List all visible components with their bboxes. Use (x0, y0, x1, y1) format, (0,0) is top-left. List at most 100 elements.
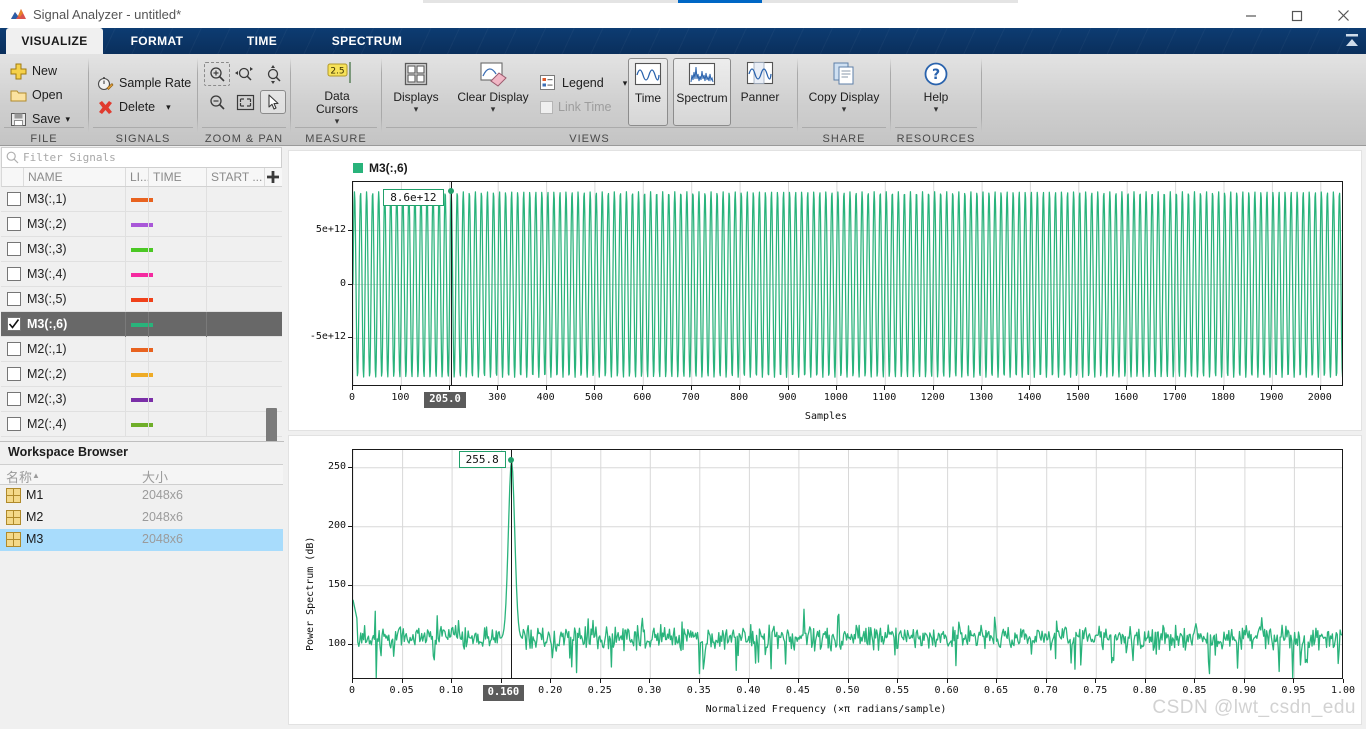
time-xtick (1271, 386, 1273, 390)
delete-button[interactable]: Delete ▾ (97, 96, 171, 118)
signal-checkbox[interactable] (7, 242, 21, 256)
signal-color-swatch[interactable] (131, 398, 153, 402)
minimize-button[interactable] (1228, 3, 1274, 28)
tab-spectrum[interactable]: SPECTRUM (316, 28, 418, 54)
tab-format[interactable]: FORMAT (106, 28, 208, 54)
pan-pointer-icon[interactable] (260, 90, 286, 114)
signal-checkbox[interactable] (7, 317, 21, 331)
add-column-plus-icon[interactable] (266, 170, 280, 184)
delete-caret-icon[interactable]: ▾ (166, 102, 171, 113)
workspace-col-size[interactable]: 大小 (142, 467, 168, 486)
spectrum-xticklabel: 1.00 (1330, 685, 1356, 696)
signal-row[interactable]: M2(:,3) (1, 387, 282, 412)
signal-row[interactable]: M2(:,4) (1, 412, 282, 437)
workspace-row[interactable]: M2 2048x6 (0, 507, 283, 529)
clear-display-caret-icon[interactable]: ▾ (491, 105, 496, 114)
help-button[interactable]: ? Help ▾ (902, 58, 970, 126)
time-xtick (1174, 386, 1176, 390)
data-cursors-caret-icon[interactable]: ▾ (335, 117, 340, 126)
displays-button[interactable]: Displays ▾ (382, 58, 450, 126)
legend-button[interactable]: Legend ▾ (540, 72, 627, 94)
signal-row[interactable]: M2(:,1) (1, 337, 282, 362)
time-plot-axes[interactable] (352, 181, 1343, 386)
zoom-out-icon[interactable] (204, 90, 230, 114)
save-caret-icon[interactable]: ▾ (66, 114, 71, 125)
data-cursors-button[interactable]: 2.5 Data Cursors ▾ (302, 58, 372, 126)
signal-color-swatch[interactable] (131, 273, 153, 277)
tab-time[interactable]: TIME (211, 28, 313, 54)
spectrum-plot-display[interactable]: 00.050.100.150.200.250.300.350.400.450.5… (288, 435, 1362, 725)
link-time-checkbox-row[interactable]: Link Time (540, 96, 612, 118)
spectrum-cursor-line[interactable] (510, 449, 512, 679)
signal-color-swatch[interactable] (131, 223, 153, 227)
time-xticklabel: 2000 (1307, 392, 1332, 403)
ribbon-group-signals: Sample Rate Delete ▾ SIGNALS (89, 54, 197, 146)
copy-display-button[interactable]: Copy Display ▾ (803, 58, 885, 126)
workspace-row[interactable]: M1 2048x6 (0, 485, 283, 507)
spectrum-plot-axes[interactable] (352, 449, 1343, 679)
zoom-in-region-icon[interactable] (204, 62, 230, 86)
signal-row[interactable]: M3(:,5) (1, 287, 282, 312)
help-caret-icon[interactable]: ▾ (934, 105, 939, 114)
displays-caret-icon[interactable]: ▾ (414, 105, 419, 114)
signal-color-swatch[interactable] (131, 348, 153, 352)
open-button[interactable]: Open (10, 84, 63, 106)
zoom-x-icon[interactable] (232, 62, 258, 86)
clear-display-button[interactable]: Clear Display ▾ (450, 58, 536, 126)
copy-display-caret-icon[interactable]: ▾ (842, 105, 847, 114)
signal-row[interactable]: M3(:,1) (1, 187, 282, 212)
signal-checkbox[interactable] (7, 367, 21, 381)
signal-color-swatch[interactable] (131, 198, 153, 202)
tab-visualize[interactable]: VISUALIZE (6, 28, 103, 54)
signal-color-swatch[interactable] (131, 323, 153, 327)
link-time-checkbox[interactable] (540, 100, 553, 114)
time-cursor-line[interactable] (451, 181, 453, 386)
signal-row[interactable]: M3(:,6) (1, 312, 282, 337)
spectrum-cursor-x-chip[interactable]: 0.160 (482, 685, 525, 701)
workspace-col-name[interactable]: 名称 (6, 467, 32, 486)
sample-rate-button[interactable]: Sample Rate (97, 72, 191, 94)
spectrum-cursor-value-box[interactable]: 255.8 (458, 450, 506, 468)
time-plot-legend[interactable]: M3(:,6) (353, 161, 408, 175)
filter-signals-input[interactable]: Filter Signals (23, 151, 116, 164)
signal-cell-divider (148, 362, 149, 387)
time-plot-display[interactable]: M3(:,6) 01002003004005006007008009001000… (288, 150, 1362, 431)
signal-color-swatch[interactable] (131, 298, 153, 302)
signal-row[interactable]: M2(:,2) (1, 362, 282, 387)
signal-color-swatch[interactable] (131, 423, 153, 427)
legend-caret-icon[interactable]: ▾ (623, 78, 628, 89)
sort-ascending-icon[interactable]: ▲ (32, 471, 40, 480)
signal-checkbox[interactable] (7, 217, 21, 231)
signal-col-start[interactable]: START ... (207, 168, 265, 186)
signal-color-swatch[interactable] (131, 248, 153, 252)
signal-cell-divider (206, 187, 207, 212)
spectrum-view-button[interactable]: Spectrum (673, 58, 731, 126)
signal-row[interactable]: M3(:,4) (1, 262, 282, 287)
signal-row[interactable]: M3(:,2) (1, 212, 282, 237)
fit-to-view-icon[interactable] (232, 90, 258, 114)
new-button[interactable]: New (10, 60, 57, 82)
time-cursor-x-chip[interactable]: 205.0 (424, 392, 466, 408)
maximize-button[interactable] (1274, 3, 1320, 28)
signal-row[interactable]: M3(:,3) (1, 237, 282, 262)
signal-checkbox[interactable] (7, 267, 21, 281)
signal-checkbox[interactable] (7, 292, 21, 306)
signal-col-line[interactable]: LI... (126, 168, 149, 186)
signal-checkbox[interactable] (7, 417, 21, 431)
zoom-y-icon[interactable] (260, 62, 286, 86)
panner-button[interactable]: Panner (735, 58, 785, 126)
signal-color-swatch[interactable] (131, 373, 153, 377)
signal-checkbox[interactable] (7, 192, 21, 206)
signal-checkbox[interactable] (7, 342, 21, 356)
signal-col-name[interactable]: NAME (24, 168, 126, 186)
collapse-ribbon-icon[interactable] (1344, 32, 1360, 50)
time-cursor-value-box[interactable]: 8.6e+12 (383, 189, 444, 206)
filter-signals-bar[interactable]: Filter Signals (1, 147, 282, 168)
signal-cell-divider (125, 412, 126, 437)
close-button[interactable] (1320, 3, 1366, 28)
signal-col-time[interactable]: TIME (149, 168, 207, 186)
time-view-button[interactable]: Time (628, 58, 668, 126)
signal-checkbox[interactable] (7, 392, 21, 406)
workspace-variable-name: M2 (26, 510, 44, 524)
workspace-row[interactable]: M3 2048x6 (0, 529, 283, 551)
